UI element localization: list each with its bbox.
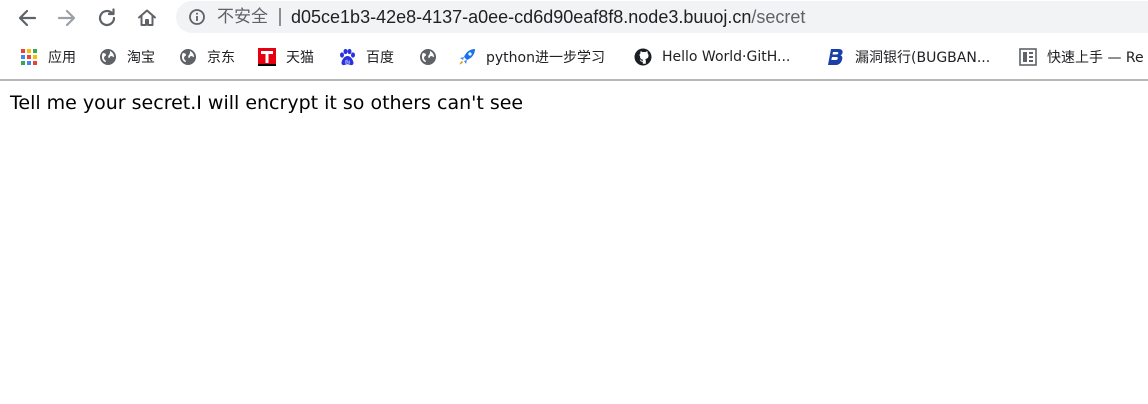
reload-button[interactable] [94, 5, 120, 31]
bookmark-label: 百度 [366, 50, 394, 66]
bookmark-label: 应用 [48, 50, 76, 66]
back-button[interactable] [14, 5, 40, 31]
info-icon[interactable] [188, 8, 206, 26]
rocket-icon [459, 49, 475, 65]
security-status-label[interactable]: 不安全 [217, 7, 268, 27]
forward-button[interactable] [54, 5, 80, 31]
url-text[interactable]: d05ce1b3-42e8-4137-a0ee-cd6d90eaf8f8.nod… [291, 7, 805, 27]
toolbar-divider [0, 79, 1148, 81]
bookmark-label: 天猫 [286, 50, 314, 66]
bookmark-baidu[interactable]: du 百度 [338, 40, 394, 74]
bookmark-python[interactable]: python进一步学习 [458, 40, 605, 74]
tmall-icon [258, 48, 276, 66]
bookmark-apps[interactable]: 应用 [20, 40, 76, 74]
bookmark-github[interactable]: Hello World·GitH... [634, 40, 790, 74]
arrow-right-icon [57, 9, 76, 27]
arrow-left-icon [18, 9, 37, 27]
page-message: Tell me your secret.I will encrypt it so… [10, 92, 524, 114]
bookmark-label: 快速上手 — Re [1047, 50, 1144, 66]
github-icon [634, 48, 652, 66]
bookmark-quickstart[interactable]: 快速上手 — Re [1019, 40, 1144, 74]
browser-toolbar: 不安全 d05ce1b3-42e8-4137-a0ee-cd6d90eaf8f8… [0, 0, 1148, 36]
bookmark-label: python进一步学习 [486, 50, 605, 66]
baidu-paw-icon: du [340, 48, 355, 66]
globe-icon [420, 49, 436, 65]
bookmark-bugbank[interactable]: 漏洞银行(BUGBAN... [827, 40, 990, 74]
bookmarks-bar: 应用 淘宝 京东 天猫 du 百度 python进一步学习 Hello Worl… [0, 40, 1148, 74]
bookmark-taobao[interactable]: 淘宝 [99, 40, 155, 74]
reload-icon [98, 8, 116, 27]
home-button[interactable] [134, 5, 160, 31]
apps-grid-icon [21, 49, 37, 65]
address-separator [279, 8, 281, 26]
url-path: /secret [751, 7, 806, 27]
bookmark-jd[interactable]: 京东 [179, 40, 235, 74]
svg-text:du: du [345, 60, 351, 66]
bookmark-untitled[interactable] [419, 40, 447, 74]
bookmark-label: 漏洞银行(BUGBAN... [855, 50, 991, 66]
book-icon [1019, 48, 1037, 66]
url-host: d05ce1b3-42e8-4137-a0ee-cd6d90eaf8f8.nod… [291, 7, 752, 27]
home-icon [138, 9, 156, 26]
globe-icon [180, 49, 196, 65]
bookmark-tmall[interactable]: 天猫 [258, 40, 314, 74]
bugbank-icon [828, 49, 843, 65]
bookmark-label: 京东 [207, 50, 235, 66]
address-bar[interactable]: 不安全 d05ce1b3-42e8-4137-a0ee-cd6d90eaf8f8… [176, 1, 1148, 33]
globe-icon [100, 49, 116, 65]
bookmark-label: Hello World·GitH... [662, 49, 791, 65]
bookmark-label: 淘宝 [127, 50, 155, 66]
